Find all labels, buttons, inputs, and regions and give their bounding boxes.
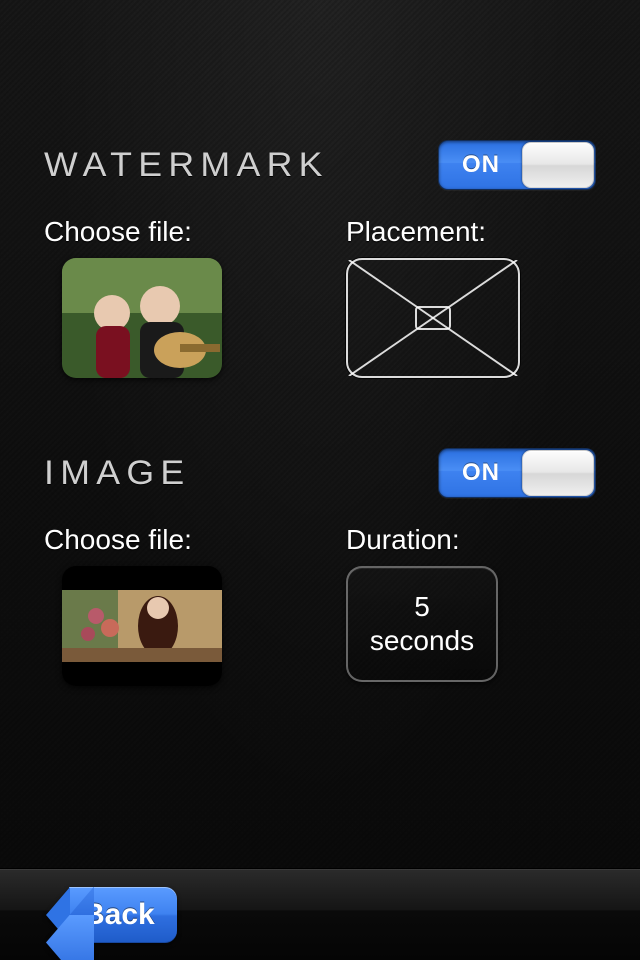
watermark-header: Watermark ON <box>44 140 596 190</box>
watermark-placement-label: Placement: <box>346 216 596 248</box>
bottom-toolbar: Back <box>0 868 640 960</box>
photo-icon <box>62 566 222 686</box>
image-section: Image ON Choose file: <box>44 448 596 686</box>
toggle-knob <box>522 142 594 188</box>
image-duration-selector[interactable]: 5 seconds <box>346 566 498 682</box>
watermark-toggle[interactable]: ON <box>438 140 596 190</box>
back-arrow-icon <box>46 887 70 943</box>
settings-panel: Watermark ON Choose file: <box>0 140 640 756</box>
image-file-thumbnail[interactable] <box>62 566 222 686</box>
watermark-placement-selector[interactable] <box>346 258 520 378</box>
watermark-toggle-label: ON <box>439 141 523 189</box>
watermark-title: Watermark <box>44 146 329 185</box>
placement-center-indicator <box>415 306 451 330</box>
back-button[interactable]: Back <box>46 887 177 943</box>
duration-value: 5 <box>414 590 430 624</box>
image-duration-label: Duration: <box>346 524 596 556</box>
image-header: Image ON <box>44 448 596 498</box>
image-choose-file-label: Choose file: <box>44 524 294 556</box>
image-toggle[interactable]: ON <box>438 448 596 498</box>
photo-icon <box>62 258 222 378</box>
watermark-file-thumbnail[interactable] <box>62 258 222 378</box>
toggle-knob <box>522 450 594 496</box>
watermark-section: Watermark ON Choose file: <box>44 140 596 378</box>
image-title: Image <box>44 454 191 493</box>
duration-unit: seconds <box>370 624 474 658</box>
watermark-choose-file-label: Choose file: <box>44 216 294 248</box>
image-toggle-label: ON <box>439 449 523 497</box>
